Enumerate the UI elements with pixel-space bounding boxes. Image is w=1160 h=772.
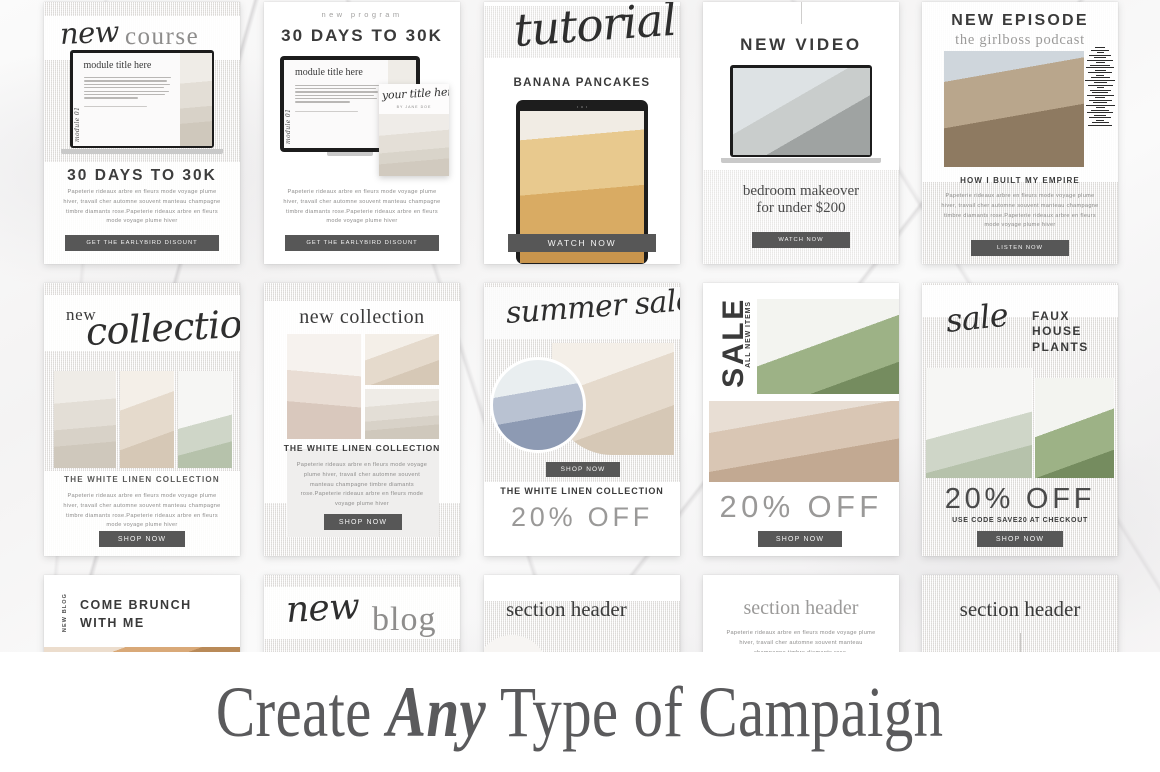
come-brunch-side-label: NEW BLOG <box>62 593 68 633</box>
new-course-button[interactable]: GET THE EARLYBIRD DISOUNT <box>65 235 219 251</box>
card-summer-sale[interactable]: summer sale SHOP NOW THE WHITE LINEN COL… <box>484 283 680 556</box>
summer-sale-photo-circle <box>490 357 586 453</box>
monitor-stand <box>327 152 373 156</box>
collection-a-photo-1 <box>54 371 117 468</box>
waveform-icon <box>1085 47 1115 169</box>
slide-title: module title here <box>83 59 152 71</box>
new-blog-script: new <box>284 586 361 631</box>
card-tutorial[interactable]: tutorial BANANA PANCAKES WATCH NOW <box>484 2 680 264</box>
collection-a-photo-3 <box>178 371 232 468</box>
tutorial-subtitle: BANANA PANCAKES <box>513 77 651 89</box>
section-header-a-title: section header <box>506 597 627 621</box>
card-new-video[interactable]: NEW VIDEO bedroom makeover for under $20… <box>703 2 899 264</box>
new-video-caption-line2: for under $200 <box>756 200 846 216</box>
card-new-course[interactable]: new course module 01 module title here 3… <box>44 2 240 264</box>
new-course-word: course <box>124 23 200 50</box>
template-grid: new course module 01 module title here 3… <box>0 0 1160 675</box>
new-episode-headline: NEW EPISODE <box>951 12 1089 29</box>
new-video-button[interactable]: WATCH NOW <box>752 232 850 248</box>
new-program-headline: 30 DAYS TO 30K <box>281 26 443 45</box>
sale-items-photo-2 <box>709 401 899 482</box>
slide-side-label: module 01 <box>285 108 292 144</box>
faux-plants-discount: 20% OFF <box>944 483 1096 515</box>
faux-plants-button[interactable]: SHOP NOW <box>977 531 1063 547</box>
new-course-body: Papeterie rideaux arbre en fleurs mode v… <box>63 189 221 225</box>
collection-a-script: collection <box>84 300 240 354</box>
sale-items-photo-1 <box>757 299 899 394</box>
summer-sale-subtitle: THE WHITE LINEN COLLECTION <box>500 486 664 496</box>
summer-sale-button[interactable]: SHOP NOW <box>546 462 620 477</box>
banner-title-part1: Create <box>216 671 388 752</box>
collection-b-button[interactable]: SHOP NOW <box>324 514 402 530</box>
new-episode-body: Papeterie rideaux arbre en fleurs mode v… <box>941 193 1099 229</box>
laptop-mockup: module 01 module title here <box>70 50 214 148</box>
collection-a-subtitle: THE WHITE LINEN COLLECTION <box>64 475 220 484</box>
slide-body-lines <box>83 77 175 99</box>
section-header-b-title: section header <box>743 597 859 619</box>
bottom-banner: Create Any Type of Campaign <box>0 652 1160 772</box>
card-sale-items[interactable]: SALE ALL NEW ITEMS 20% OFF SHOP NOW <box>703 283 899 556</box>
collection-a-photo-2 <box>120 371 175 468</box>
collection-b-photo-1 <box>287 334 361 439</box>
new-program-button[interactable]: GET THE EARLYBIRD DISOUNT <box>285 235 439 251</box>
slide-photo <box>179 52 212 146</box>
laptop-mockup <box>730 65 872 157</box>
card-new-program[interactable]: new program 30 DAYS TO 30K module 01 mod… <box>264 2 460 264</box>
new-program-body: Papeterie rideaux arbre en fleurs mode v… <box>283 189 441 225</box>
new-program-eyebrow: new program <box>321 10 403 19</box>
faux-plants-photo-1 <box>926 368 1033 478</box>
slide-side-label: module 01 <box>73 106 81 142</box>
tutorial-button[interactable]: WATCH NOW <box>508 234 656 252</box>
banner-title-part2: Type of Campaign <box>486 671 944 752</box>
collection-b-subtitle: THE WHITE LINEN COLLECTION <box>283 443 441 453</box>
summer-sale-discount: 20% OFF <box>511 502 653 532</box>
banner-title-emphasis: Any <box>387 671 487 752</box>
come-brunch-title-2: WITH ME <box>80 615 145 630</box>
slide-footer-lines <box>295 110 383 112</box>
faux-plants-photo-2 <box>1035 378 1114 478</box>
collection-b-photo-3 <box>365 388 439 439</box>
new-video-caption-line1: bedroom makeover <box>742 183 860 199</box>
workbook-subtitle: BY JANE DOE <box>396 105 432 109</box>
banner-title: Create Any Type of Campaign <box>216 671 943 754</box>
sale-items-discount: 20% OFF <box>719 489 883 524</box>
faux-plants-code: USE CODE SAVE20 AT CHECKOUT <box>952 517 1088 524</box>
workbook-script: your title here <box>381 84 449 102</box>
faux-plants-title-3: PLANTS <box>1032 339 1089 354</box>
faux-plants-script: sale <box>944 295 1010 340</box>
new-video-photo <box>732 67 870 155</box>
sale-items-subtitle: ALL NEW ITEMS <box>745 301 752 368</box>
collection-b-body: Papeterie rideaux arbre en fleurs mode v… <box>296 462 428 508</box>
slide-title: module title here <box>295 67 363 78</box>
faux-plants-title-2: HOUSE <box>1032 324 1082 339</box>
collection-b-title: new collection <box>299 306 425 328</box>
laptop-base <box>721 158 881 163</box>
section-header-c-title: section header <box>959 597 1081 621</box>
workbook-cover: your title here BY JANE DOE <box>379 84 449 176</box>
collection-b-photo-2 <box>365 334 439 385</box>
new-episode-button[interactable]: LISTEN NOW <box>971 240 1069 256</box>
come-brunch-title-1: COME BRUNCH <box>80 598 192 612</box>
new-episode-title: HOW I BUILT MY EMPIRE <box>960 176 1080 185</box>
card-new-collection-a[interactable]: new collection THE WHITE LINEN COLLECTIO… <box>44 283 240 556</box>
slide-body-lines <box>295 84 383 103</box>
laptop-base <box>61 149 223 154</box>
card-new-collection-b[interactable]: new collection THE WHITE LINEN COLLECTIO… <box>264 283 460 556</box>
new-course-script: new <box>59 14 120 51</box>
new-course-headline: 30 DAYS TO 30K <box>67 167 217 184</box>
collection-a-button[interactable]: SHOP NOW <box>99 531 185 547</box>
new-video-headline: NEW VIDEO <box>740 35 862 54</box>
collection-a-body: Papeterie rideaux arbre en fleurs mode v… <box>63 493 221 529</box>
slide-footer-lines <box>83 105 175 107</box>
sale-items-button[interactable]: SHOP NOW <box>758 531 842 547</box>
card-faux-plants[interactable]: sale FAUX HOUSE PLANTS 20% OFF USE CODE … <box>922 283 1118 556</box>
faux-plants-title-1: FAUX <box>1032 309 1070 323</box>
new-episode-photo <box>944 51 1084 167</box>
card-new-episode[interactable]: NEW EPISODE the girlboss podcast HOW I B… <box>922 2 1118 264</box>
new-blog-word: blog <box>372 601 437 638</box>
